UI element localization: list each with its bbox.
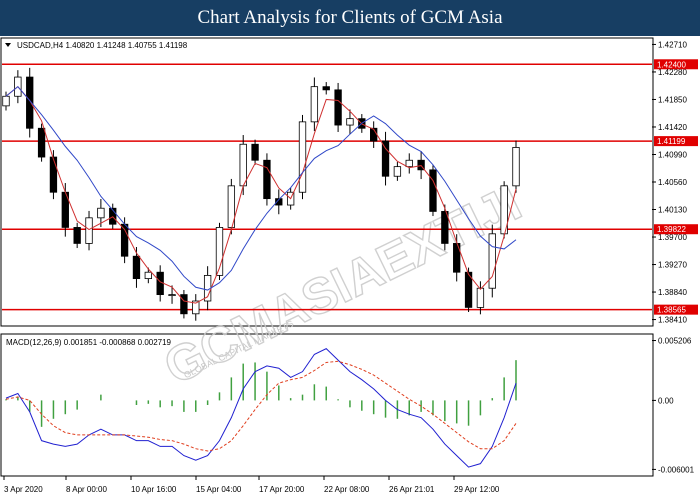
price-tick-label: 1.41850 bbox=[658, 95, 687, 104]
time-tick-label: 3 Apr 2020 bbox=[4, 485, 43, 494]
time-tick-label: 29 Apr 12:00 bbox=[454, 485, 500, 494]
candle-body bbox=[132, 255, 141, 280]
candle-body bbox=[263, 159, 271, 200]
price-tick-label: 1.41420 bbox=[658, 123, 687, 132]
time-tick-label: 8 Apr 00:00 bbox=[66, 485, 107, 494]
candle-body bbox=[393, 166, 402, 177]
candle-body bbox=[144, 271, 152, 280]
time-tick-label: 15 Apr 04:00 bbox=[196, 485, 242, 494]
level-label: 1.42400 bbox=[657, 60, 686, 69]
price-tick-label: 1.38410 bbox=[658, 316, 687, 325]
candle-body bbox=[168, 294, 176, 297]
candle-body bbox=[97, 207, 105, 219]
time-tick-label: 26 Apr 21:01 bbox=[389, 485, 435, 494]
candle-body bbox=[346, 118, 354, 126]
candle-body bbox=[2, 95, 10, 107]
price-tick-label: 1.40130 bbox=[658, 206, 687, 215]
time-tick-label: 10 Apr 16:00 bbox=[131, 485, 177, 494]
candlestick-chart: GCMASIAEXTIJI GLOBAL CAPITAL MARKETS 1.4… bbox=[0, 36, 700, 500]
candle-body bbox=[239, 143, 247, 187]
candle-body bbox=[322, 86, 330, 91]
level-label: 1.38565 bbox=[657, 306, 686, 315]
price-tick-label: 1.38840 bbox=[658, 288, 687, 297]
price-tick-label: 1.40990 bbox=[658, 150, 687, 159]
level-label: 1.41199 bbox=[657, 137, 686, 146]
symbol-info: USDCAD,H4 1.40820 1.41248 1.40755 1.4119… bbox=[17, 41, 188, 50]
candle-body bbox=[180, 294, 188, 315]
candle-body bbox=[476, 287, 485, 308]
price-tick-label: 1.39270 bbox=[658, 261, 687, 270]
time-tick-label: 17 Apr 20:00 bbox=[259, 485, 305, 494]
candle-body bbox=[156, 271, 164, 296]
candle-body bbox=[488, 233, 496, 289]
price-tick-label: 1.40560 bbox=[658, 178, 687, 187]
macd-label: MACD(12,26,9) 0.001851 -0.000868 0.00271… bbox=[6, 338, 172, 347]
candle-body bbox=[298, 121, 307, 193]
candle-body bbox=[429, 169, 437, 212]
candle-body bbox=[49, 156, 58, 193]
candle-body bbox=[37, 127, 46, 158]
price-tick-label: 1.42280 bbox=[658, 68, 687, 77]
macd-tick-label: 0.005206 bbox=[658, 337, 692, 346]
candle-body bbox=[381, 140, 390, 177]
level-label: 1.39822 bbox=[657, 225, 686, 234]
macd-tick-label: 0.00 bbox=[658, 396, 674, 405]
candle-body bbox=[85, 217, 93, 244]
price-tick-label: 1.42710 bbox=[658, 40, 687, 49]
candle-body bbox=[251, 143, 259, 161]
page-title: Chart Analysis for Clients of GCM Asia bbox=[0, 0, 700, 36]
time-tick-label: 22 Apr 08:00 bbox=[324, 485, 370, 494]
candle-body bbox=[512, 147, 520, 187]
candle-body bbox=[334, 89, 342, 126]
candle-body bbox=[310, 86, 319, 123]
macd-tick-label: -0.006001 bbox=[658, 465, 695, 474]
candle-body bbox=[405, 159, 413, 168]
candle-body bbox=[73, 227, 81, 244]
price-tick-label: 1.39700 bbox=[658, 233, 687, 242]
